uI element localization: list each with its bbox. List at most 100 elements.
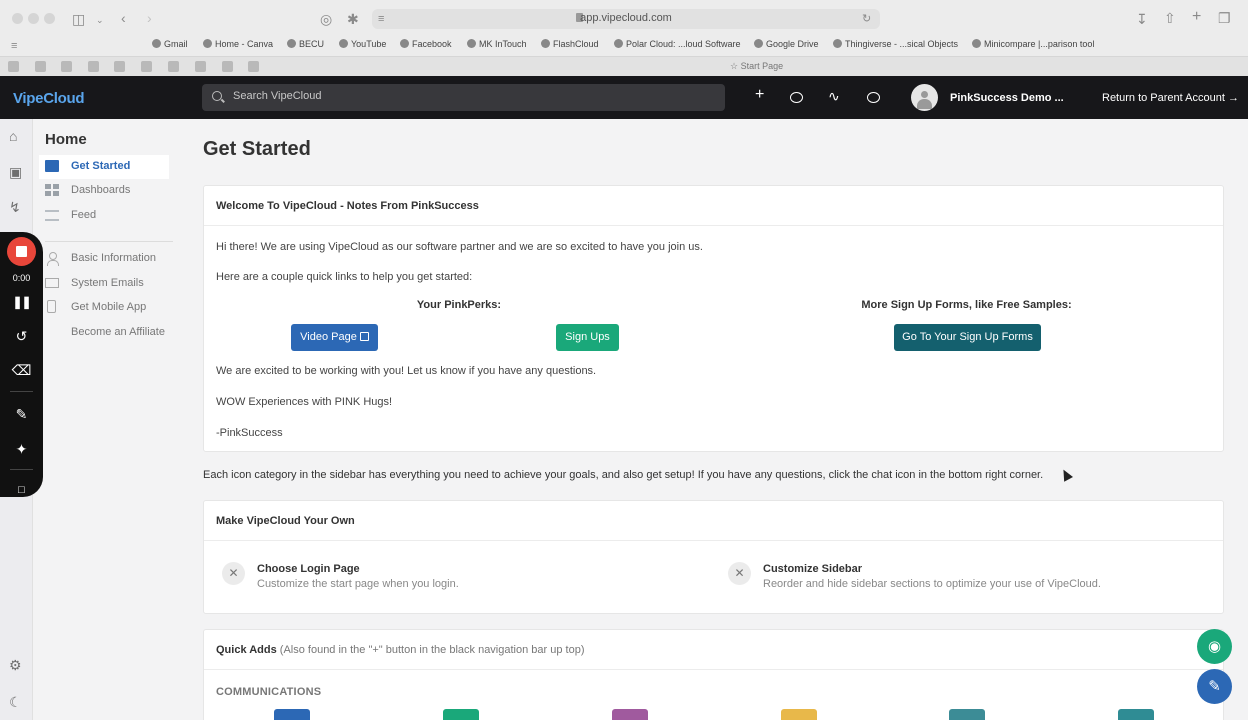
mobile-phone-icon [47,300,56,313]
pinned-tab-5[interactable] [114,61,125,72]
quick-add-tile[interactable] [274,709,310,720]
user-name[interactable]: PinkSuccess Demo ... [950,92,1064,104]
youtube-icon [339,39,348,48]
settings-gear-icon[interactable]: ⚙ [9,657,22,673]
bookmark-google-drive[interactable]: Google Drive [754,39,819,49]
go-to-sign-up-forms-button[interactable]: Go To Your Sign Up Forms [894,324,1041,351]
share-icon[interactable]: ⇧ [1164,10,1176,26]
quick-add-tile[interactable] [1118,709,1154,720]
bookmark-becu[interactable]: BECU [287,39,324,49]
chat-support-button[interactable]: ◉ [1197,629,1232,664]
accessibility-icon[interactable]: ✱ [347,11,359,27]
pinned-tab-2[interactable] [35,61,46,72]
sidebar-item-get-started[interactable]: Get Started [39,155,169,179]
pencil-icon[interactable]: ✎ [0,406,43,422]
extension-icon[interactable]: ◎ [320,11,332,27]
quick-adds-card: Quick Adds (Also found in the "+" button… [203,629,1224,720]
start-page-tab[interactable]: ☆ Start Page [730,61,783,72]
close-icon[interactable]: ✕ [728,562,751,585]
sidebar-toggle-icon[interactable]: ◫ [72,11,85,27]
sidebar-item-system-emails[interactable]: System Emails [39,272,169,296]
recorder-divider [10,469,33,470]
compose-button[interactable]: ✎ [1197,669,1232,704]
tabs-overview-icon[interactable]: ❐ [1218,10,1231,26]
window-zoom-button[interactable] [44,13,55,24]
menu-icon[interactable]: ≡ [11,38,17,54]
sidebar-item-become-an-affiliate[interactable]: Become an Affiliate [39,321,169,345]
pause-icon[interactable]: ❚❚ [0,294,43,310]
chat-icon[interactable] [867,92,880,103]
download-icon[interactable]: ↧ [1136,11,1148,27]
bookmark-flashcloud[interactable]: FlashCloud [541,39,599,49]
bookmark-thingiverse[interactable]: Thingiverse - ...sical Objects [833,39,958,49]
bookmark-facebook[interactable]: Facebook [400,39,452,49]
quick-add-tile[interactable] [443,709,479,720]
task-description: Reorder and hide sidebar sections to opt… [763,578,1101,590]
camera-icon[interactable]: □ [0,482,43,498]
return-to-parent-link[interactable]: Return to Parent Account → [1102,92,1239,104]
back-icon[interactable]: ‹ [121,10,126,26]
task-title: Choose Login Page [257,563,360,575]
dark-mode-moon-icon[interactable]: ☾ [9,694,22,710]
restart-icon[interactable]: ↺ [0,328,43,344]
window-close-button[interactable] [12,13,23,24]
messages-icon[interactable] [790,92,803,103]
activity-pulse-icon[interactable]: ∿ [828,88,840,104]
pinned-tab-4[interactable] [88,61,99,72]
quick-add-tile[interactable] [949,709,985,720]
welcome-outro-text: We are excited to be working with you! L… [216,365,597,377]
search-input[interactable] [233,90,703,102]
vipecloud-logo[interactable]: VipeCloud [13,90,85,107]
lightning-icon[interactable]: ↯ [9,199,21,215]
magic-wand-icon[interactable]: ✦ [0,441,43,457]
external-link-icon [359,332,369,341]
bookmark-canva[interactable]: Home - Canva [203,39,273,49]
canva-icon [203,39,212,48]
gmail-icon [152,39,161,48]
sign-ups-button[interactable]: Sign Ups [556,324,619,351]
trash-icon[interactable]: ⌫ [0,362,43,378]
new-tab-icon[interactable]: + [1192,9,1201,25]
home-icon[interactable]: ⌂ [9,128,17,144]
pinned-tab-1[interactable] [8,61,19,72]
quick-add-plus-icon[interactable]: + [755,87,764,103]
pinned-tab-7[interactable] [168,61,179,72]
bookmark-youtube[interactable]: YouTube [339,39,386,49]
search-box[interactable] [202,84,725,111]
reload-icon[interactable]: ↻ [862,11,871,27]
google-drive-icon [754,39,763,48]
pinned-tab-3[interactable] [61,61,72,72]
bookmark-minicompare[interactable]: Minicompare |...parison tool [972,39,1094,49]
conversations-icon[interactable]: ▣ [9,164,22,180]
forward-icon[interactable]: › [147,10,152,26]
quick-add-tile[interactable] [781,709,817,720]
pinned-tab-8[interactable] [195,61,206,72]
close-icon[interactable]: ✕ [222,562,245,585]
pinned-tab-9[interactable] [222,61,233,72]
bookmark-gmail[interactable]: Gmail [152,39,188,49]
quick-add-tile[interactable] [612,709,648,720]
window-minimize-button[interactable] [28,13,39,24]
avatar[interactable] [911,84,938,111]
recording-timer: 0:00 [12,273,31,283]
sidebar-item-label: Dashboards [71,184,131,196]
dashboard-grid-icon [45,184,59,196]
page-title: Get Started [203,138,311,160]
pinned-tab-10[interactable] [248,61,259,72]
bookmark-polarcloud[interactable]: Polar Cloud: ...loud Software [614,39,741,49]
video-page-button[interactable]: Video Page [291,324,378,351]
sidebar-item-feed[interactable]: Feed [39,204,169,228]
bookmarks-bar: ≡ Gmail Home - Canva BECU YouTube Facebo… [0,36,1248,56]
sidebar-title: Home [45,131,87,148]
stop-recording-button[interactable] [7,237,36,266]
chevron-down-icon[interactable]: ⌄ [96,12,104,28]
minicompare-icon [972,39,981,48]
sidebar-item-dashboards[interactable]: Dashboards [39,179,169,203]
sidebar-item-label: Become an Affiliate [71,326,165,338]
sidebar-item-get-mobile-app[interactable]: Get Mobile App [39,296,169,320]
home-sidebar: Home Get Started Dashboards Feed Basic I… [33,119,179,720]
bookmark-mkintouch[interactable]: MK InTouch [467,39,527,49]
pinned-tab-6[interactable] [141,61,152,72]
address-bar[interactable]: ≡ app.vipecloud.com ↻ [372,9,880,29]
sidebar-item-basic-information[interactable]: Basic Information [39,247,169,271]
